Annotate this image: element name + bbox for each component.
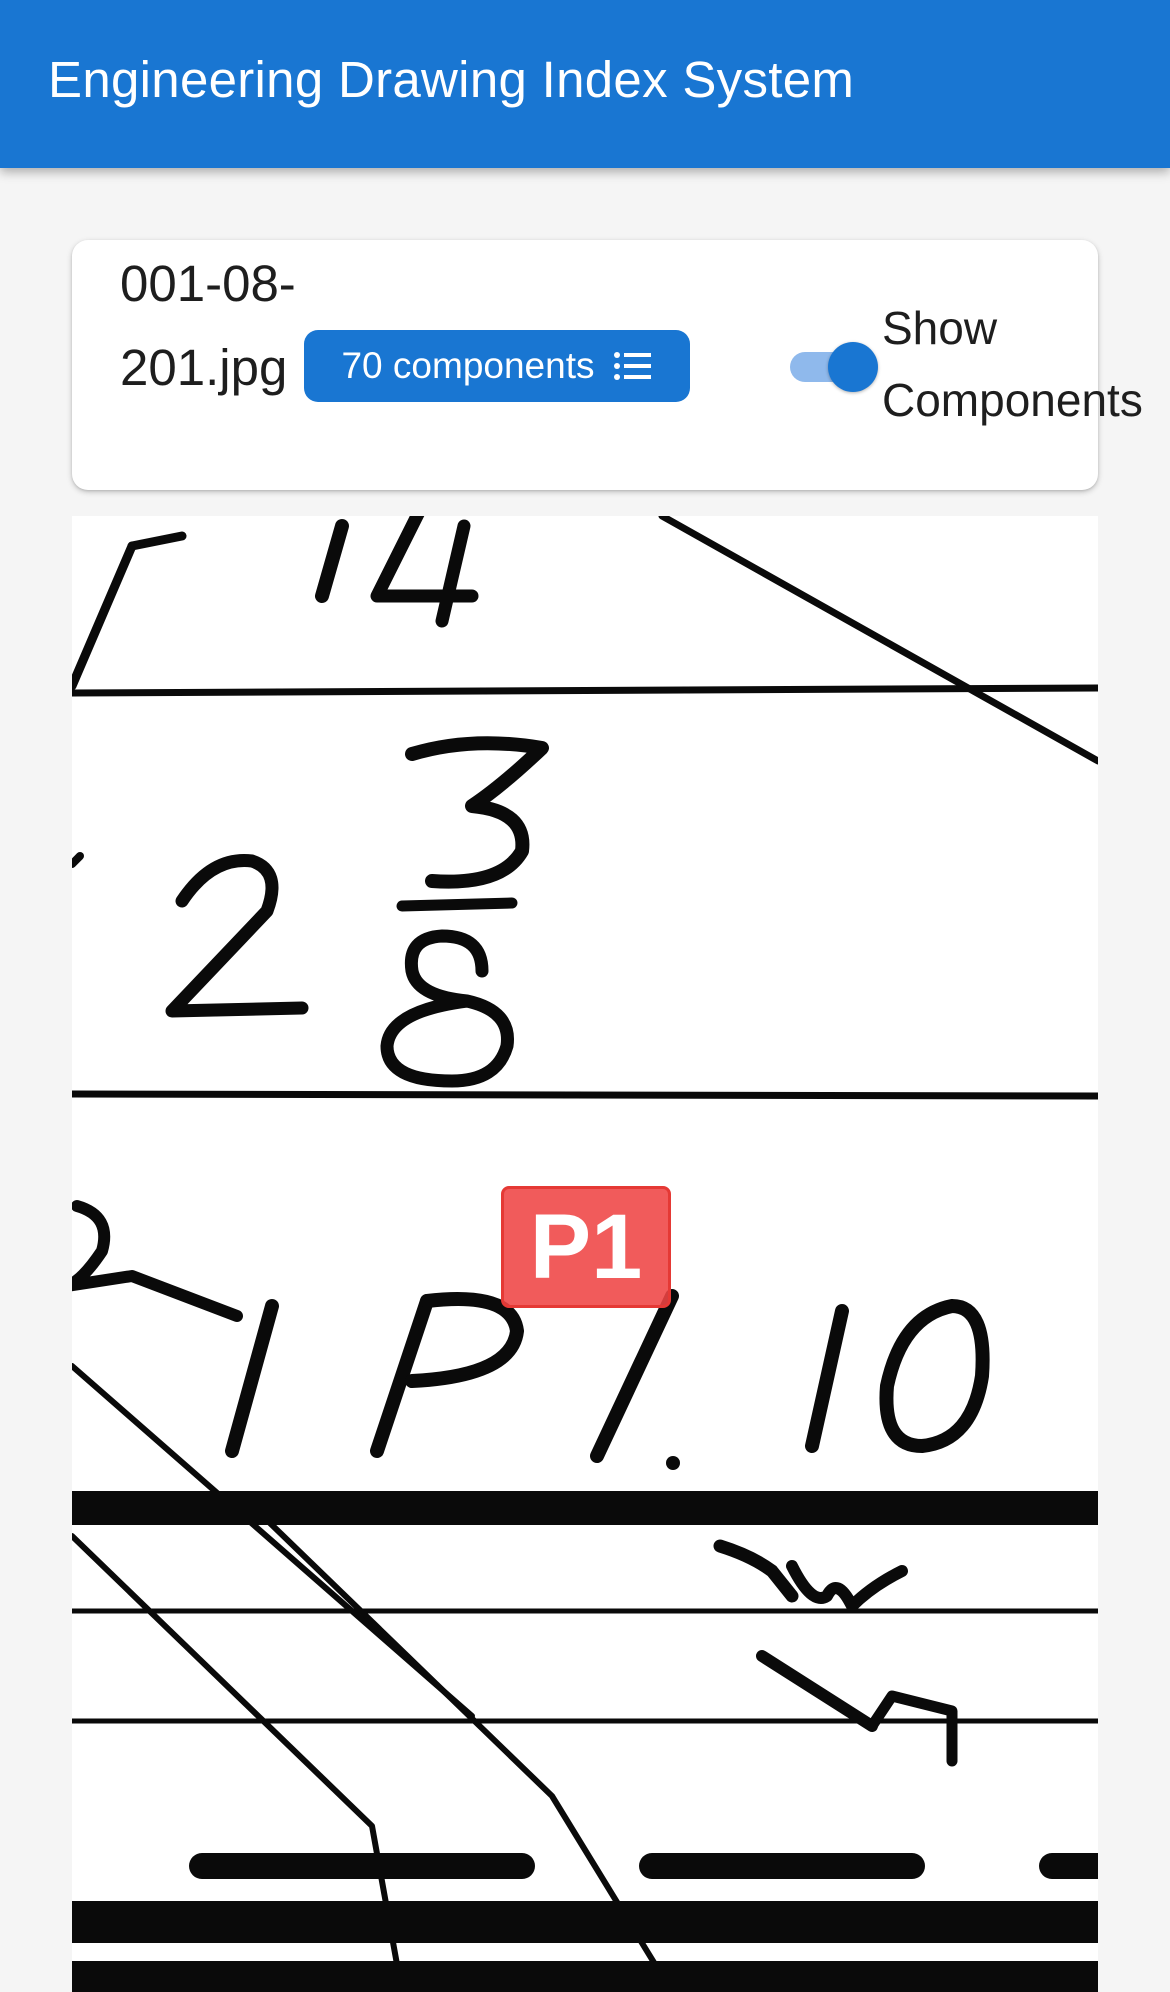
show-components-toggle[interactable] [782,340,878,392]
app-bar: Engineering Drawing Index System [0,0,1170,168]
drawing-viewer[interactable]: P1 [72,516,1098,1992]
list-icon [613,351,653,381]
drawing-filename: 001-08-201.jpg [120,255,296,396]
drawing-toolbar-card: 001-08-201.jpg 70 components Show Compon… [72,240,1143,490]
components-list-button[interactable]: 70 components [304,330,690,402]
component-marker-p1[interactable]: P1 [501,1186,671,1308]
components-count-label: 70 components [341,345,595,386]
toggle-thumb [828,342,878,392]
show-components-label: Show Components [882,302,1143,426]
app-title: Engineering Drawing Index System [48,51,855,108]
